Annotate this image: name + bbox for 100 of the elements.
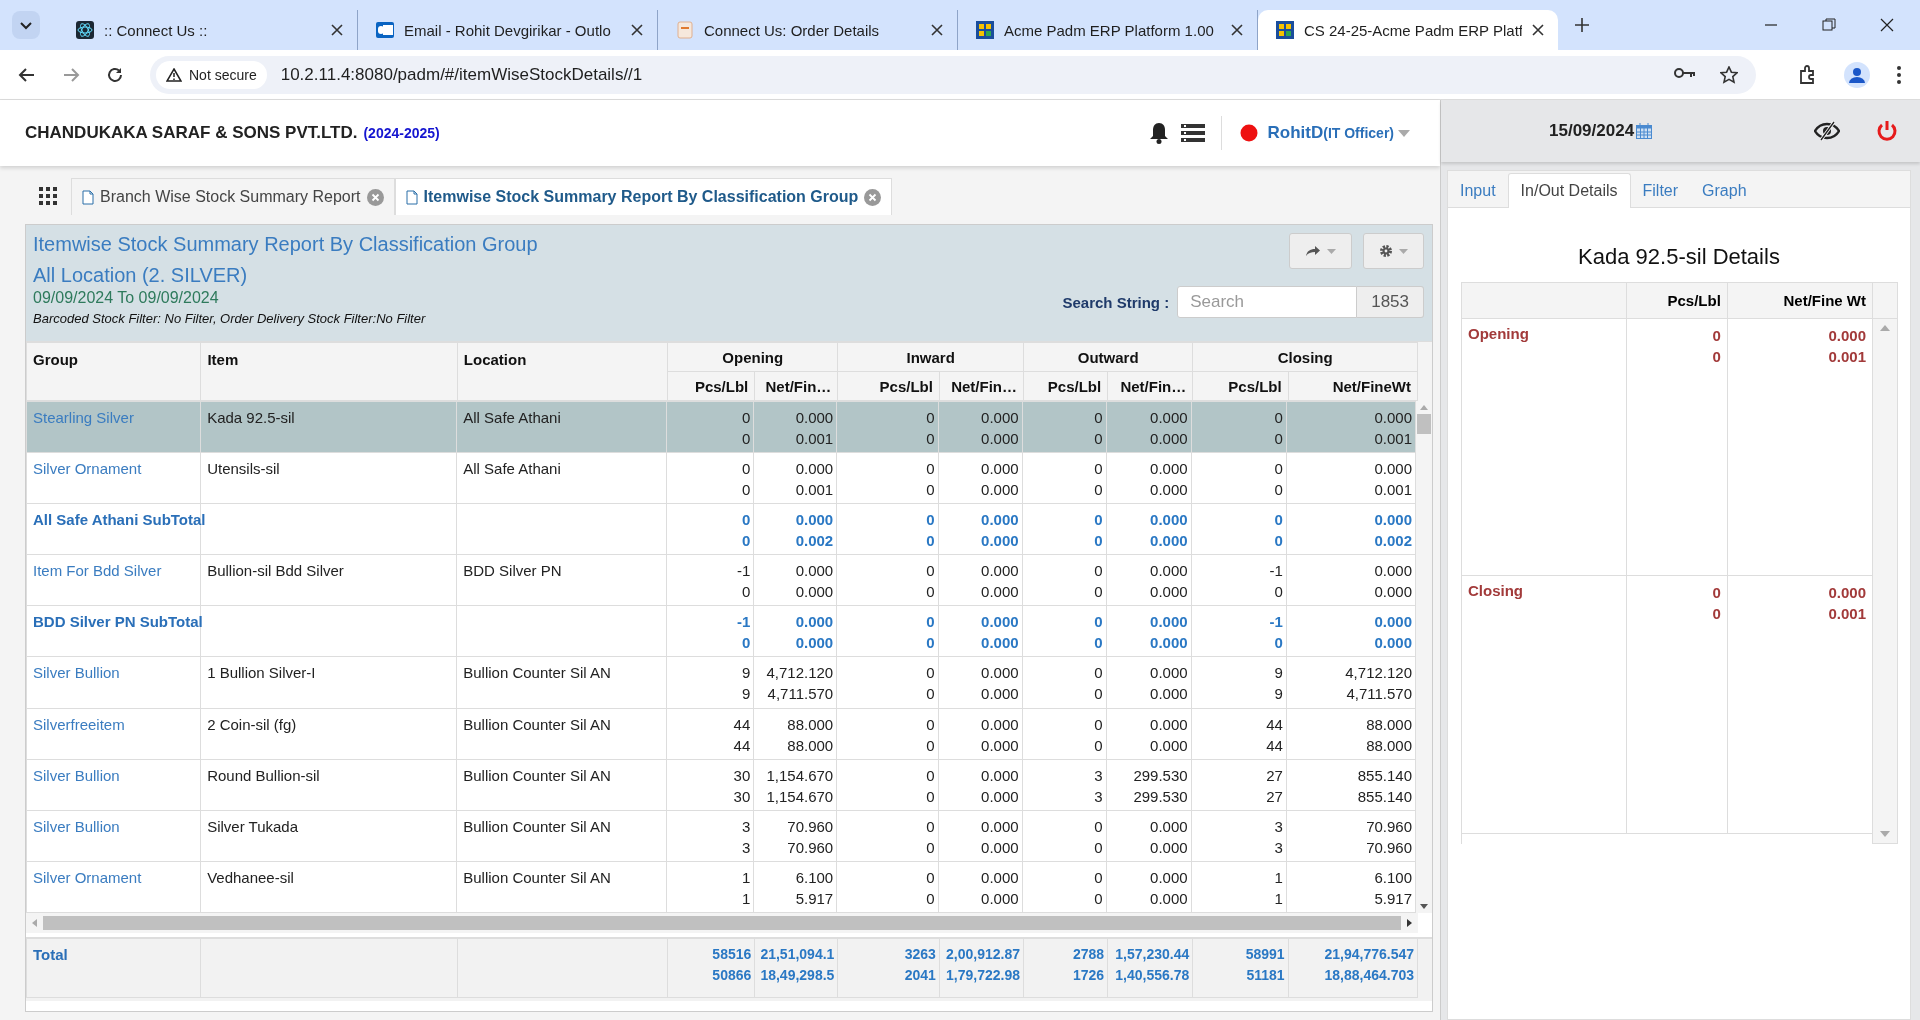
table-value: 0.000 — [980, 612, 1019, 633]
caret-icon — [1399, 248, 1408, 254]
table-value: 70.960 — [1365, 816, 1412, 837]
back-icon[interactable] — [18, 65, 36, 84]
table-value: 0 — [1273, 480, 1283, 501]
group-link[interactable]: Silver Bullion — [33, 817, 120, 835]
table-value: 0.000 — [1149, 735, 1188, 756]
table-value: 4,711.570 — [1345, 684, 1412, 705]
table-row[interactable]: Silver Ornament Utensils-sil All Safe Athani 0 0 0.000 0.001 0 0 0.000 0.000 0 0 0.000 0.000 0 0 0.000 0.001 — [26, 452, 1416, 504]
tab-title: :: Connect Us :: — [104, 21, 209, 39]
settings-button[interactable] — [1363, 233, 1424, 269]
table-value: 0.000 — [794, 459, 834, 480]
reload-icon[interactable] — [106, 65, 124, 84]
close-icon[interactable] — [331, 24, 343, 36]
table-value: 0.000 — [1149, 510, 1188, 531]
bell-icon[interactable] — [1148, 122, 1169, 144]
table-value: 0.001 — [1827, 347, 1866, 367]
table-value: 58991 — [1244, 945, 1285, 964]
location-name: BDD Silver PN — [463, 562, 562, 580]
share-icon — [1305, 245, 1321, 257]
close-icon[interactable] — [1532, 24, 1544, 36]
column-header: Net/FineWt — [1332, 377, 1411, 395]
table-row[interactable]: Silverfreeitem 2 Coin-sil (fg) Bullion Counter Sil AN 44 44 88.000 88.000 0 0 0.000 0.000 0 0 0.000 0.000 44 44 88.000 88.000 — [26, 708, 1416, 760]
scroll-thumb[interactable] — [1417, 414, 1431, 434]
table-value: 18,88,464.703 — [1323, 966, 1414, 985]
user-menu[interactable]: RohitD(IT Officer) — [1220, 116, 1410, 150]
report-tab[interactable]: Itemwise Stock Summary Report By Classification Group — [394, 178, 893, 215]
group-link[interactable]: Silver Bullion — [33, 766, 120, 784]
group-link[interactable]: Silverfreeitem — [33, 715, 125, 733]
table-row[interactable]: BDD Silver PN SubTotal -1 0 0.000 0.000 0 0 0.000 0.000 0 0 0.000 0.000 -1 0 0.000 0.000 — [26, 605, 1416, 657]
horizontal-scrollbar[interactable] — [26, 913, 1418, 933]
vertical-scrollbar[interactable] — [1416, 401, 1432, 913]
profile-icon[interactable] — [1844, 61, 1870, 88]
table-value: 0.000 — [794, 633, 834, 654]
forward-icon[interactable] — [62, 65, 80, 84]
group-link[interactable]: Silver Bullion — [33, 664, 120, 682]
location-name: Bullion Counter Sil AN — [463, 766, 611, 784]
document-icon — [82, 189, 94, 205]
key-icon[interactable] — [1674, 65, 1696, 80]
table-value: 0.000 — [1373, 633, 1412, 654]
tab-title: Email - Rohit Devgirikar - Outlo — [404, 21, 612, 39]
search-field[interactable]: Search — [1177, 286, 1358, 318]
table-value: 0 — [925, 612, 935, 633]
address-bar[interactable]: Not secure 10.2.11.4:8080/padm/#/itemWiseStockDetails//1 — [150, 55, 1756, 94]
url-text: 10.2.11.4:8080/padm/#/itemWiseStockDetails//1 — [280, 64, 643, 85]
table-value: 0.000 — [1373, 459, 1412, 480]
panel-tab[interactable]: Filter — [1630, 174, 1691, 207]
panel-tab[interactable]: Graph — [1690, 174, 1759, 207]
power-icon[interactable] — [1876, 120, 1898, 142]
table-value: 9 — [740, 663, 751, 684]
table-row[interactable]: Silver Ornament Vedhanee-sil Bullion Counter Sil AN 1 1 6.100 5.917 0 0 0.000 0.000 0 0 0.000 0.000 1 1 6.100 5.917 — [26, 861, 1416, 913]
table-value: 44 — [732, 714, 751, 735]
calendar-icon[interactable] — [1636, 123, 1653, 139]
column-group-header: Inward — [906, 348, 955, 366]
location-name: Bullion Counter Sil AN — [463, 715, 611, 733]
more-icon[interactable] — [1896, 64, 1902, 85]
table-value: 1 — [1273, 867, 1283, 888]
security-chip[interactable]: Not secure — [156, 60, 267, 89]
company-name: CHANDUKAKA SARAF & SONS PVT.LTD. — [25, 123, 358, 143]
hide-icon[interactable] — [1814, 121, 1840, 141]
report-tab[interactable]: Branch Wise Stock Summary Report — [71, 178, 395, 215]
star-icon[interactable] — [1720, 65, 1738, 84]
column-header: Pcs/Lbl — [1667, 292, 1721, 309]
panel-tab[interactable]: In/Out Details — [1507, 173, 1631, 208]
close-icon[interactable] — [631, 24, 643, 36]
new-tab-icon[interactable] — [1574, 17, 1590, 33]
table-value: 0 — [1093, 480, 1103, 501]
close-icon[interactable] — [1880, 18, 1894, 32]
user-role: (IT Officer) — [1323, 125, 1394, 141]
table-value: 0.002 — [794, 531, 834, 552]
table-row[interactable]: Stearling Silver Kada 92.5-sil All Safe Athani 0 0 0.000 0.001 0 0 0.000 0.000 0 0 0.000 0.000 0 0 0.000 0.001 — [26, 401, 1416, 453]
user-name: RohitD — [1267, 123, 1324, 143]
table-value: 0 — [1273, 429, 1283, 449]
table-value: 0.000 — [794, 561, 834, 582]
table-value: 1,79,722.98 — [945, 966, 1020, 985]
tab-label: Itemwise Stock Summary Report By Classification Group — [423, 188, 859, 206]
scroll-thumb[interactable] — [43, 916, 1401, 930]
table-row[interactable]: Silver Bullion Silver Tukada Bullion Counter Sil AN 3 3 70.960 70.960 0 0 0.000 0.000 0 0 0.000 0.000 3 3 70.960 70.960 — [26, 810, 1416, 862]
table-value: 1726 — [1071, 966, 1105, 985]
report-title: Itemwise Stock Summary Report By Classification Group — [33, 233, 538, 256]
table-row[interactable]: Silver Bullion Round Bullion-sil Bullion Counter Sil AN 30 30 1,154.670 1,154.670 0 0 0.000 0.000 3 3 299.530 299.530 27 27 855.140 855.140 — [26, 759, 1416, 811]
close-icon[interactable] — [931, 24, 943, 36]
panel-tab[interactable]: Input — [1448, 174, 1508, 207]
table-row[interactable]: Item For Bdd Silver Bullion-sil Bdd Silver BDD Silver PN -1 0 0.000 0.000 0 0 0.000 0.000 0 0 0.000 0.000 -1 0 0.000 0.000 — [26, 554, 1416, 606]
table-value: 0 — [740, 510, 751, 531]
close-icon[interactable] — [1231, 24, 1243, 36]
table-value: 0 — [740, 408, 751, 428]
apps-grid-icon[interactable] — [39, 187, 57, 205]
table-value: 0 — [1273, 510, 1283, 531]
restore-icon[interactable] — [1822, 18, 1836, 32]
tab-list-icon[interactable] — [12, 11, 40, 39]
list-icon[interactable] — [1180, 123, 1205, 143]
table-value: 1 — [1273, 888, 1283, 909]
table-row[interactable]: Silver Bullion 1 Bullion Silver-I Bullion Counter Sil AN 9 9 4,712.120 4,711.570 0 0 0.000 0.000 0 0 0.000 0.000 9 9 4,712.120 4,711.570 — [26, 656, 1416, 709]
table-value: 0 — [925, 765, 935, 786]
table-row[interactable]: All Safe Athani SubTotal 0 0 0.000 0.002 0 0 0.000 0.000 0 0 0.000 0.000 0 0 0.000 0.002 — [26, 503, 1416, 555]
table-value: 0.000 — [980, 786, 1019, 807]
table-value: 0 — [1273, 459, 1283, 480]
location-name: All Safe Athani — [463, 409, 561, 426]
item-name: 2 Coin-sil (fg) — [207, 715, 297, 733]
